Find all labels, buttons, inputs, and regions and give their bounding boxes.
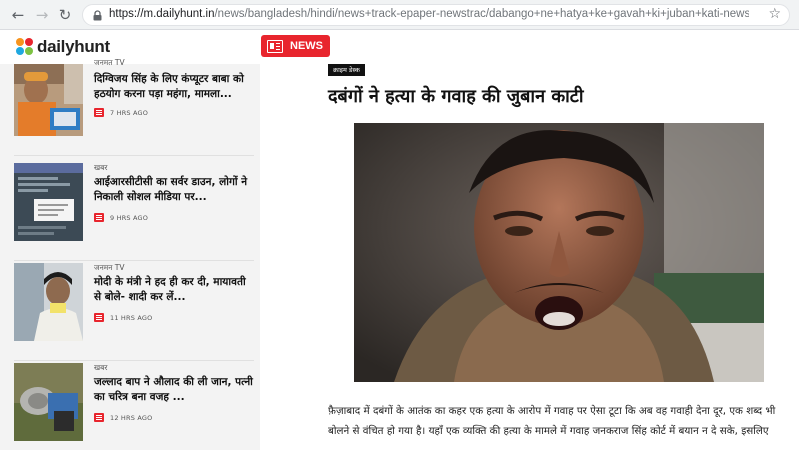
time-row: 7 HRS AGO [94,108,148,117]
news-button-label: NEWS [290,40,323,52]
time-row: 12 HRS AGO [94,413,152,422]
bookmark-star-icon[interactable]: ☆ [768,6,781,22]
newspaper-icon [94,108,104,117]
newspaper-icon [267,39,283,53]
news-time: 11 HRS AGO [110,313,153,322]
logo-mark-icon [16,38,34,56]
reload-icon[interactable]: ↻ [55,5,75,25]
list-item[interactable]: खबर आईआरसीटीसी का सर्वर डाउन, लोगों ने न… [14,163,254,261]
news-title[interactable]: दिग्विजय सिंह के लिए कंप्यूटर बाबा को हठ… [94,72,254,102]
news-thumbnail [14,64,83,136]
news-title[interactable]: आईआरसीटीसी का सर्वर डाउन, लोगों ने निकाल… [94,175,254,205]
news-time: 9 HRS AGO [110,213,149,222]
list-item[interactable]: खबर जल्लाद बाप ने औलाद की ली जान, पत्नी … [14,363,254,450]
news-title[interactable]: मोदी के मंत्री ने हद ही कर दी, मायावती स… [94,275,254,305]
list-item[interactable]: जनमत TV दिग्विजय सिंह के लिए कंप्यूटर बा… [14,58,254,156]
article-headline: दबंगों ने हत्या के गवाह की जुबान काटी [328,86,584,107]
article: क्राइम डेस्क दबंगों ने हत्या के गवाह की … [260,64,799,450]
url-text[interactable]: https://m.dailyhunt.in/news/bangladesh/h… [109,8,749,20]
news-thumbnail [14,263,83,341]
list-item[interactable]: जनमन TV मोदी के मंत्री ने हद ही कर दी, म… [14,263,254,361]
news-time: 12 HRS AGO [110,413,153,422]
back-arrow-icon[interactable]: ← [8,5,28,25]
news-source: खबर [94,363,108,372]
news-source: जनमत TV [94,58,125,67]
url-host: https://m.dailyhunt.in [109,8,215,20]
news-button[interactable]: NEWS [261,35,330,57]
lock-icon [93,10,102,21]
category-badge[interactable]: क्राइम डेस्क [328,64,365,76]
related-news-sidebar: जनमत TV दिग्विजय सिंह के लिए कंप्यूटर बा… [0,58,260,450]
logo-text: dailyhunt [37,37,110,56]
time-row: 9 HRS AGO [94,213,148,222]
url-path: /news/bangladesh/hindi/news+track-epaper… [214,8,749,20]
article-hero-image [354,123,764,382]
time-row: 11 HRS AGO [94,313,152,322]
address-bar[interactable]: https://m.dailyhunt.in/news/bangladesh/h… [82,4,790,26]
news-title[interactable]: जल्लाद बाप ने औलाद की ली जान, पत्नी का च… [94,375,254,405]
newspaper-icon [94,413,104,422]
article-body: फ़ैज़ाबाद में दबंगों के आतंक का कहर एक ह… [328,405,776,437]
news-source: खबर [94,163,108,172]
forward-arrow-icon[interactable]: → [32,5,52,25]
news-time: 7 HRS AGO [110,108,149,117]
news-thumbnail [14,363,83,441]
dailyhunt-logo[interactable]: dailyhunt [16,36,110,58]
news-source: जनमन TV [94,263,125,272]
newspaper-icon [94,313,104,322]
browser-toolbar: ← → ↻ https://m.dailyhunt.in/news/bangla… [0,0,799,30]
news-thumbnail [14,163,83,241]
newspaper-icon [94,213,104,222]
